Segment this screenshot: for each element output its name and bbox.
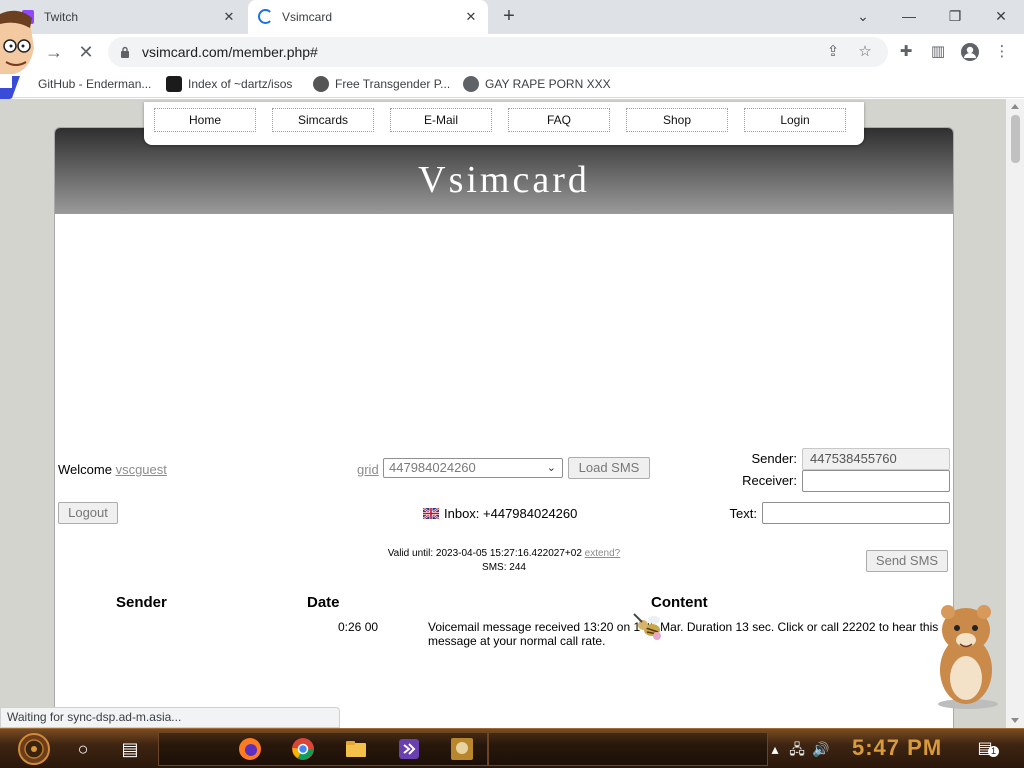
site-nav-menu: Home Simcards E-Mail FAQ Shop Login: [144, 102, 864, 145]
taskbar: ○ ▤ ▴ 🖧 🔊 5:47 PM ▤ 1: [0, 728, 1024, 768]
address-bar[interactable]: vsimcard.com/member.php# ⇪ ☆: [108, 37, 888, 67]
tab-search-chevron-icon[interactable]: ⌄: [854, 7, 872, 25]
bookmark-label: GAY RAPE PORN XXX: [485, 77, 611, 91]
receiver-label: Receiver:: [742, 473, 797, 488]
volume-icon[interactable]: 🔊: [812, 740, 830, 758]
bookmarks-bar: GitHub - Enderman... Index of ~dartz/iso…: [0, 70, 1024, 98]
restore-button[interactable]: ❐: [946, 7, 964, 25]
bookmark-label: Free Transgender P...: [335, 77, 451, 91]
loading-spinner-icon: [258, 9, 273, 24]
hamster-mascot-icon: [938, 605, 998, 709]
valid-until-text: Valid until: 2023-04-05 15:27:16.422027+…: [55, 548, 953, 559]
nav-home[interactable]: Home: [154, 108, 256, 132]
bookmark-github[interactable]: GitHub - Enderman...: [38, 75, 151, 93]
scroll-down-arrow-icon[interactable]: [1011, 718, 1019, 723]
url-text[interactable]: vsimcard.com/member.php#: [142, 44, 318, 60]
stop-loading-button[interactable]: ✕: [76, 42, 96, 62]
tab-vsimcard[interactable]: Vsimcard ✕: [248, 0, 488, 34]
load-sms-button[interactable]: Load SMS: [568, 457, 650, 479]
globe-icon: [463, 76, 479, 92]
sms-count: SMS: 244: [482, 562, 526, 573]
close-icon[interactable]: ✕: [222, 10, 236, 24]
profile-avatar-icon[interactable]: [960, 42, 980, 62]
nav-faq[interactable]: FAQ: [508, 108, 610, 132]
inbox-indicator: Inbox: +447984024260: [423, 506, 577, 521]
table-cell-date: 0:26 00: [338, 620, 379, 634]
nav-shop[interactable]: Shop: [626, 108, 728, 132]
page-viewport: Vsimcard Welcome vscguest grid 447984024…: [0, 99, 1006, 728]
taskbar-apps-area: [158, 732, 488, 766]
tray-overflow-icon[interactable]: ▴: [766, 740, 784, 758]
nav-login[interactable]: Login: [744, 108, 846, 132]
text-label: Text:: [729, 506, 757, 521]
grid-selected-value: 447984024260: [389, 460, 476, 475]
column-header-date: Date: [307, 594, 340, 611]
logout-button[interactable]: Logout: [58, 502, 118, 524]
menu-kebab-icon[interactable]: ⋮: [992, 42, 1012, 62]
sender-label: Sender:: [751, 451, 797, 466]
bookmark-index-isos[interactable]: Index of ~dartz/isos: [166, 75, 292, 93]
receiver-field[interactable]: [802, 470, 950, 492]
send-sms-button[interactable]: Send SMS: [866, 550, 948, 572]
extensions-puzzle-icon[interactable]: ✚: [896, 42, 916, 62]
site-container: Vsimcard Welcome vscguest grid 447984024…: [54, 127, 954, 728]
scroll-up-arrow-icon[interactable]: [1011, 104, 1019, 109]
bookmark-star-icon[interactable]: ☆: [856, 43, 874, 61]
share-icon[interactable]: ⇪: [824, 43, 842, 61]
tab-strip: Twitch ✕ Vsimcard ✕ + ⌄ — ❐ ✕: [0, 0, 1024, 34]
table-cell-content: Voicemail message received 13:20 on 14th…: [428, 620, 939, 648]
close-window-button[interactable]: ✕: [992, 7, 1010, 25]
sender-field[interactable]: 447538455760: [802, 448, 950, 470]
taskbar-clock[interactable]: 5:47 PM: [852, 735, 942, 761]
minimize-button[interactable]: —: [900, 7, 918, 25]
new-tab-button[interactable]: +: [500, 6, 518, 26]
lock-icon: [121, 46, 129, 58]
text-message-field[interactable]: [762, 502, 950, 524]
network-icon[interactable]: 🖧: [788, 740, 806, 758]
uk-flag-icon: [423, 508, 439, 519]
forward-button[interactable]: →: [44, 42, 64, 62]
extend-link[interactable]: extend?: [585, 548, 621, 559]
start-button-icon[interactable]: [12, 732, 56, 766]
nav-email[interactable]: E-Mail: [390, 108, 492, 132]
firefox-icon[interactable]: [238, 737, 262, 761]
search-circle-icon[interactable]: ○: [71, 737, 95, 761]
cartoon-character-overlay: [0, 10, 34, 104]
valid-until-value: Valid until: 2023-04-05 15:27:16.422027+…: [387, 548, 582, 559]
game-app-icon[interactable]: [450, 737, 474, 761]
bookmark-fourth[interactable]: GAY RAPE PORN XXX: [463, 75, 611, 93]
welcome-text: Welcome vscguest: [58, 462, 167, 477]
column-header-content: Content: [651, 594, 708, 611]
browser-toolbar: → ✕ vsimcard.com/member.php# ⇪ ☆ ✚ ▥ ⋮: [0, 34, 1024, 70]
bookmark-free-transgender[interactable]: Free Transgender P...: [313, 75, 450, 93]
chevron-down-icon: ⌄: [546, 462, 556, 474]
bookmark-site-icon: [313, 76, 329, 92]
notification-center-icon[interactable]: ▤ 1: [972, 740, 999, 758]
loading-status-bubble: Waiting for sync-dsp.ad-m.asia...: [0, 707, 340, 728]
bee-mascot-icon: [633, 613, 661, 640]
inbox-text: Inbox: +447984024260: [444, 506, 578, 521]
task-view-icon[interactable]: ▤: [118, 737, 142, 761]
taskbar-empty-area: [488, 732, 768, 766]
bookmark-label: GitHub - Enderman...: [38, 77, 152, 91]
nav-simcards[interactable]: Simcards: [272, 108, 374, 132]
bookmark-label: Index of ~dartz/isos: [188, 77, 293, 91]
site-title: Vsimcard: [418, 159, 590, 201]
column-header-sender: Sender: [116, 594, 167, 611]
tab-title: Vsimcard: [282, 10, 333, 24]
side-panel-icon[interactable]: ▥: [928, 42, 948, 62]
chrome-icon[interactable]: [291, 737, 315, 761]
visual-studio-icon[interactable]: [397, 737, 421, 761]
close-icon[interactable]: ✕: [464, 10, 478, 24]
username-link[interactable]: vscguest: [116, 462, 167, 477]
tab-twitch[interactable]: Twitch ✕: [0, 0, 246, 34]
scroll-thumb[interactable]: [1011, 115, 1020, 163]
file-explorer-icon[interactable]: [344, 737, 368, 761]
grid-link[interactable]: grid: [357, 462, 379, 477]
grid-number-select[interactable]: 447984024260 ⌄: [383, 458, 563, 478]
notification-count-badge: 1: [988, 746, 999, 757]
tab-title: Twitch: [44, 10, 79, 24]
welcome-label: Welcome: [58, 462, 112, 477]
index-icon: [166, 76, 182, 92]
